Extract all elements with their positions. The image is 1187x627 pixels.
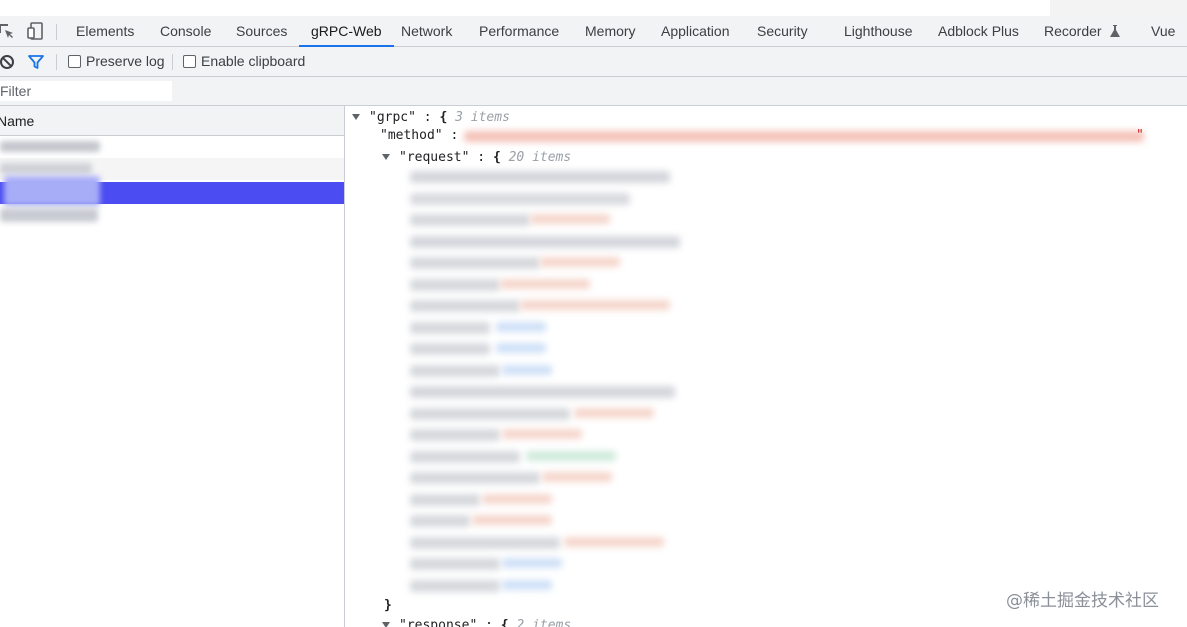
json-request-closing-brace: } (384, 598, 392, 613)
window-top-strip (0, 0, 1187, 16)
redacted-method-value (464, 131, 1144, 142)
tab-console[interactable]: Console (160, 16, 211, 47)
tab-sources[interactable]: Sources (236, 16, 287, 47)
collapse-triangle-icon[interactable] (382, 622, 390, 627)
name-column-label: Name (0, 113, 35, 129)
json-request-key: "request" (399, 150, 470, 165)
clear-log-icon[interactable] (0, 53, 16, 71)
collapse-triangle-icon[interactable] (382, 154, 390, 160)
tab-security[interactable]: Security (757, 16, 808, 47)
tab-recorder-label: Recorder (1044, 23, 1102, 39)
json-viewer-pane: "grpc" : { 3 items "method" : " "request… (346, 106, 1187, 627)
collapse-triangle-icon[interactable] (352, 114, 360, 120)
toolbar-separator (56, 54, 57, 70)
tab-performance[interactable]: Performance (479, 16, 559, 47)
tab-lighthouse[interactable]: Lighthouse (844, 16, 913, 47)
tab-adblock-plus[interactable]: Adblock Plus (938, 16, 1019, 47)
tab-elements[interactable]: Elements (76, 16, 134, 47)
toolbar-separator (172, 54, 173, 70)
name-column-header[interactable]: Name (0, 106, 344, 136)
json-method-key: "method" (380, 128, 443, 143)
tab-network[interactable]: Network (401, 16, 452, 47)
json-root-key: "grpc" (369, 110, 416, 125)
filter-row (0, 77, 1187, 106)
json-response-count: 2 items (516, 618, 572, 627)
tab-memory[interactable]: Memory (585, 16, 636, 47)
json-root-count: 3 items (455, 110, 510, 125)
preserve-log-checkbox[interactable] (68, 55, 81, 68)
devtools-tab-bar: Elements Console Sources gRPC-Web Networ… (0, 16, 1187, 47)
enable-clipboard-checkbox[interactable] (183, 55, 196, 68)
json-request-line[interactable]: "request" : { 20 items (382, 148, 571, 168)
json-method-line: "method" : (380, 128, 459, 143)
json-root-line[interactable]: "grpc" : { 3 items (352, 108, 510, 128)
watermark: @稀土掘金技术社区 (1006, 591, 1159, 611)
experiment-flask-icon (1109, 18, 1121, 49)
request-row[interactable] (0, 136, 344, 158)
filter-input[interactable] (0, 81, 172, 101)
preserve-log-label: Preserve log (86, 53, 165, 69)
redacted-method-quote: " (1136, 128, 1144, 143)
json-request-count: 20 items (508, 150, 572, 165)
device-toolbar-icon[interactable] (26, 21, 46, 41)
json-response-key: "response" (399, 618, 478, 627)
inspect-element-icon[interactable] (0, 21, 16, 41)
request-row-selected[interactable] (0, 176, 344, 206)
tab-vue[interactable]: Vue (1151, 16, 1175, 47)
tab-application[interactable]: Application (661, 16, 730, 47)
request-list-pane: Name (0, 106, 345, 627)
json-response-line[interactable]: "response" : { 2 items (382, 616, 571, 627)
enable-clipboard-label: Enable clipboard (201, 53, 306, 69)
tab-grpc-web[interactable]: gRPC-Web (299, 16, 394, 47)
filter-icon[interactable] (27, 53, 45, 71)
grpc-toolbar: Preserve log Enable clipboard (0, 47, 1187, 77)
request-row[interactable] (0, 204, 344, 226)
tab-recorder[interactable]: Recorder (1044, 16, 1121, 47)
tab-bar-separator (56, 24, 57, 40)
